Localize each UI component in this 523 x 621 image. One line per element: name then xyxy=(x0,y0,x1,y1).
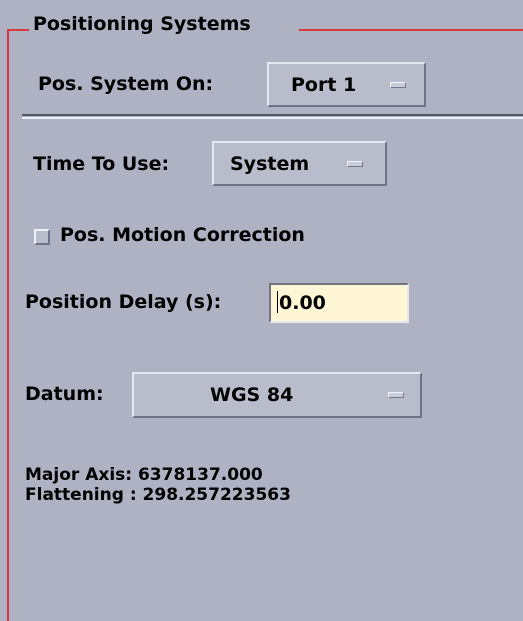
datum-value: WGS 84 xyxy=(210,384,294,406)
pos-system-value: Port 1 xyxy=(291,73,357,96)
time-to-use-value: System xyxy=(230,152,310,175)
major-axis-text: Major Axis: 6378137.000 xyxy=(25,465,263,485)
position-delay-input[interactable] xyxy=(269,283,409,323)
motion-correction-label: Pos. Motion Correction xyxy=(60,224,305,246)
time-to-use-option-menu[interactable]: System xyxy=(212,141,387,186)
panel-frame-left xyxy=(7,29,9,621)
option-menu-indicator-icon xyxy=(347,160,363,167)
option-menu-indicator-icon xyxy=(390,81,406,88)
pos-system-label: Pos. System On: xyxy=(38,73,214,95)
panel-frame-top-left xyxy=(7,29,29,31)
panel-frame-top-right xyxy=(299,29,523,31)
motion-correction-checkbox[interactable] xyxy=(34,229,50,245)
pos-system-option-menu[interactable]: Port 1 xyxy=(267,62,426,107)
flattening-text: Flattening : 298.257223563 xyxy=(25,485,291,505)
datum-label: Datum: xyxy=(25,383,104,405)
panel-title: Positioning Systems xyxy=(33,13,251,35)
position-delay-label: Position Delay (s): xyxy=(25,291,222,313)
separator xyxy=(22,114,523,119)
datum-option-menu[interactable]: WGS 84 xyxy=(132,372,422,418)
text-cursor xyxy=(277,291,278,313)
option-menu-indicator-icon xyxy=(388,392,404,398)
time-to-use-label: Time To Use: xyxy=(33,153,170,175)
